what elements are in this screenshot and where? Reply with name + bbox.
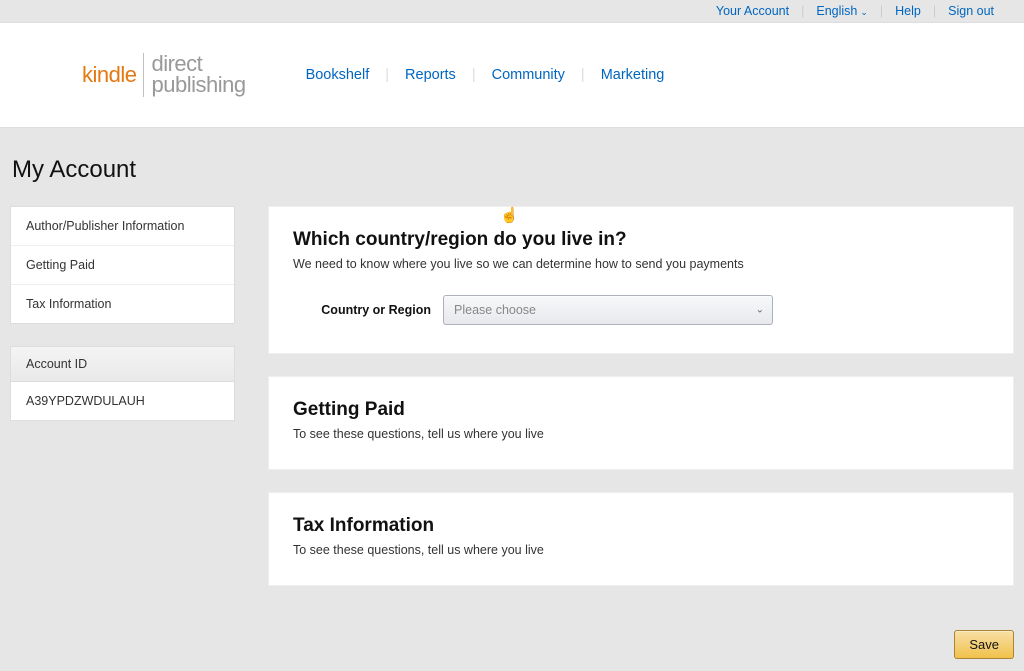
logo-divider: [143, 53, 144, 97]
country-form-row: Country or Region Please choose ⌄: [293, 295, 989, 325]
sidebar: Author/Publisher Information Getting Pai…: [10, 206, 235, 608]
sign-out-link[interactable]: Sign out: [948, 4, 994, 18]
tax-card-subtitle: To see these questions, tell us where yo…: [293, 543, 989, 557]
chevron-down-icon: ⌄: [860, 7, 868, 17]
logo-kindle-text: kindle: [82, 62, 136, 88]
country-card-title: Which country/region do you live in?: [293, 229, 989, 251]
language-label: English: [816, 4, 857, 18]
main-content: Which country/region do you live in? We …: [268, 206, 1014, 608]
nav-community[interactable]: Community: [492, 67, 565, 83]
country-card-subtitle: We need to know where you live so we can…: [293, 257, 989, 271]
kdp-logo[interactable]: kindle direct publishing: [82, 53, 246, 97]
language-selector[interactable]: English⌄: [816, 4, 868, 18]
top-utility-bar: Your Account | English⌄ | Help | Sign ou…: [0, 0, 1024, 23]
page-title: My Account: [12, 156, 1014, 184]
page-content: My Account Author/Publisher Information …: [0, 128, 1024, 608]
separator: |: [801, 4, 804, 18]
country-label: Country or Region: [293, 303, 443, 317]
help-link[interactable]: Help: [895, 4, 921, 18]
nav-marketing[interactable]: Marketing: [601, 67, 665, 83]
separator: |: [472, 67, 476, 83]
separator: |: [581, 67, 585, 83]
nav-reports[interactable]: Reports: [405, 67, 456, 83]
sidebar-nav-box: Author/Publisher Information Getting Pai…: [10, 206, 235, 324]
tax-information-card: Tax Information To see these questions, …: [268, 492, 1014, 586]
your-account-link[interactable]: Your Account: [716, 4, 789, 18]
logo-dp-text: direct publishing: [151, 54, 245, 96]
country-select[interactable]: Please choose: [443, 295, 773, 325]
separator: |: [385, 67, 389, 83]
sidebar-item-getting-paid[interactable]: Getting Paid: [11, 246, 234, 285]
getting-paid-card: Getting Paid To see these questions, tel…: [268, 376, 1014, 470]
account-id-value: A39YPDZWDULAUH: [11, 382, 234, 420]
layout: Author/Publisher Information Getting Pai…: [10, 206, 1014, 608]
sidebar-item-author-publisher[interactable]: Author/Publisher Information: [11, 207, 234, 246]
country-select-placeholder: Please choose: [454, 303, 536, 317]
nav-bookshelf[interactable]: Bookshelf: [306, 67, 370, 83]
main-nav: kindle direct publishing Bookshelf | Rep…: [0, 23, 1024, 128]
save-button[interactable]: Save: [954, 630, 1014, 659]
country-region-card: Which country/region do you live in? We …: [268, 206, 1014, 354]
country-select-wrap: Please choose ⌄: [443, 295, 773, 325]
nav-links: Bookshelf | Reports | Community | Market…: [306, 67, 665, 83]
sidebar-account-box: Account ID A39YPDZWDULAUH: [10, 346, 235, 421]
tax-card-title: Tax Information: [293, 515, 989, 537]
separator: |: [880, 4, 883, 18]
getting-paid-subtitle: To see these questions, tell us where yo…: [293, 427, 989, 441]
account-id-label: Account ID: [11, 347, 234, 382]
separator: |: [933, 4, 936, 18]
logo-publishing: publishing: [151, 72, 245, 97]
getting-paid-title: Getting Paid: [293, 399, 989, 421]
sidebar-item-tax-information[interactable]: Tax Information: [11, 285, 234, 323]
